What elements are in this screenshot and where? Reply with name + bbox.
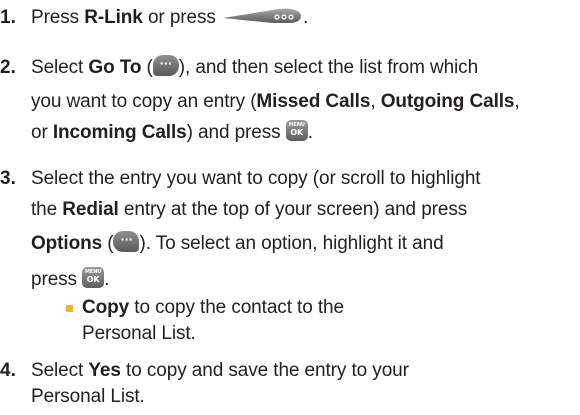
step-3-line-4: press MENU OK. [31, 267, 110, 292]
text-fragment: Select [31, 360, 89, 381]
options-label: Options [31, 233, 103, 254]
text-fragment: the [31, 199, 63, 220]
step-number-2: 2. [0, 57, 16, 78]
text-fragment: , [514, 91, 520, 112]
text-fragment: ), and then select the list from which [178, 57, 479, 78]
step-number-4: 4. [0, 360, 16, 381]
step-4-line-2: Personal List. [31, 386, 145, 407]
text-fragment: Press [31, 7, 85, 28]
text-fragment: . [104, 269, 110, 290]
bullet-marker [66, 305, 73, 312]
step-1-line-1: Press R-Link or press . [31, 6, 308, 30]
bullet-line-1: Copy to copy the contact to the [82, 296, 344, 320]
redial-label: Redial [62, 199, 119, 220]
missed-calls-label: Missed Calls [256, 91, 371, 112]
step-3-line-1: Select the entry you want to copy (or sc… [31, 168, 481, 189]
text-fragment: . [307, 122, 313, 143]
text-fragment: to copy and save the entry to your [120, 360, 409, 381]
menu-ok-key-icon: MENU OK [285, 120, 308, 142]
nav-key-icon [222, 8, 301, 23]
step-2-line-3: or Incoming Calls) and press MENU OK. [31, 120, 313, 145]
r-link-label: R-Link [84, 7, 143, 28]
text-fragment: or press [142, 7, 221, 28]
ok-key-text: OK [290, 128, 304, 138]
text-fragment: . [302, 7, 309, 28]
step-3-line-3: Options (···). To select an option, high… [31, 231, 444, 256]
yes-label: Yes [88, 360, 121, 381]
step-2-line-2: you want to copy an entry (Missed Calls,… [31, 90, 520, 114]
step-2-line-1: Select Go To (···), and then select the … [31, 55, 479, 80]
text-fragment: Select [31, 57, 89, 78]
left-softkey-icon: ··· [152, 55, 179, 77]
text-fragment: press [31, 269, 83, 290]
outgoing-calls-label: Outgoing Calls [380, 91, 515, 112]
text-fragment: or [31, 122, 53, 143]
copy-label: Copy [82, 297, 130, 318]
instruction-page: 1. Press R-Link or press . 2. Select Go … [0, 0, 580, 415]
ok-key-text: OK [86, 275, 100, 285]
step-number-3: 3. [0, 168, 16, 189]
text-fragment: ). To select an option, highlight it and [139, 233, 444, 254]
incoming-calls-label: Incoming Calls [52, 122, 187, 143]
text-fragment: ( [141, 57, 153, 78]
step-number-1: 1. [0, 7, 16, 28]
bullet-line-2: Personal List. [82, 323, 196, 344]
text-fragment: you want to copy an entry ( [31, 91, 257, 112]
right-softkey-icon: ··· [113, 231, 140, 253]
go-to-label: Go To [88, 57, 142, 78]
text-fragment: ) and press [186, 122, 286, 143]
step-4-line-1: Select Yes to copy and save the entry to… [31, 359, 409, 383]
text-fragment: to copy the contact to the [129, 297, 344, 318]
text-fragment: entry at the top of your screen) and pre… [118, 199, 468, 220]
step-3-line-2: the Redial entry at the top of your scre… [31, 198, 467, 222]
text-fragment: , [370, 91, 381, 112]
menu-ok-key-icon: MENU OK [82, 267, 105, 289]
text-fragment: ( [102, 233, 114, 254]
